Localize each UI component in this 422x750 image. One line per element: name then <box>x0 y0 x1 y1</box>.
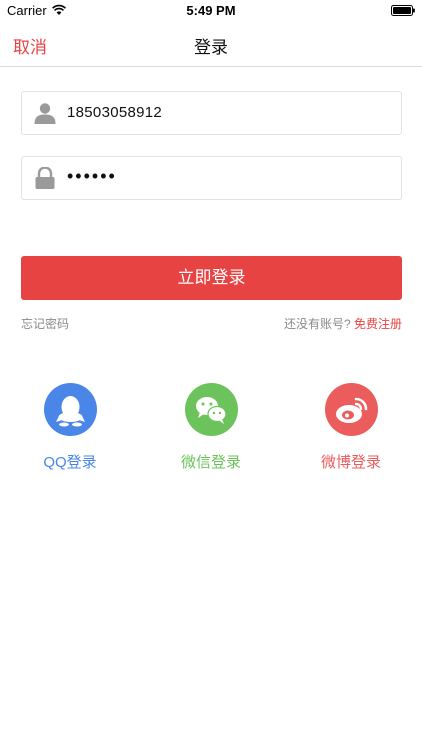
qq-icon-circle <box>43 383 97 436</box>
status-time: 5:49 PM <box>186 3 236 18</box>
lock-icon <box>35 167 55 189</box>
password-field[interactable]: •••••• <box>21 156 402 200</box>
username-value: 18503058912 <box>67 104 163 121</box>
user-icon <box>34 103 56 124</box>
weibo-login-label: 微博登录 <box>320 454 381 471</box>
qq-login-label: QQ登录 <box>43 454 97 471</box>
register-row: 还没有账号? 免费注册 <box>284 315 402 332</box>
weibo-login-button[interactable]: 微博登录 <box>301 383 401 472</box>
status-bar: Carrier 5:49 PM <box>0 0 422 22</box>
weibo-icon <box>335 397 367 423</box>
battery-icon <box>391 5 415 16</box>
wechat-icon <box>195 397 227 424</box>
page-title: 登录 <box>194 38 228 57</box>
wechat-login-button[interactable]: 微信登录 <box>161 383 261 472</box>
forgot-password-link[interactable]: 忘记密码 <box>21 315 69 332</box>
username-field[interactable]: 18503058912 <box>21 91 402 135</box>
qq-icon <box>55 396 85 427</box>
register-prompt: 还没有账号? <box>283 317 351 331</box>
register-link[interactable]: 免费注册 <box>354 317 402 331</box>
navigation-bar: 取消 登录 <box>0 22 422 67</box>
wechat-icon-circle <box>184 383 238 436</box>
wechat-login-label: 微信登录 <box>180 454 241 471</box>
login-button[interactable]: 立即登录 <box>21 256 402 300</box>
weibo-icon-circle <box>324 383 378 436</box>
password-value: •••••• <box>67 166 117 186</box>
qq-login-button[interactable]: QQ登录 <box>20 383 120 472</box>
